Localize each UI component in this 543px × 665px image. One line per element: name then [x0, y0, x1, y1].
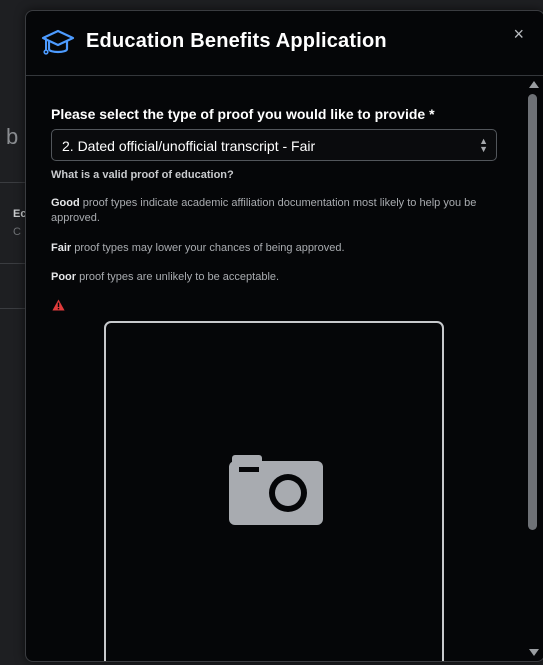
select-arrows-icon: ▲ ▼	[479, 136, 488, 154]
fair-text: proof types may lower your chances of be…	[71, 242, 345, 254]
fair-proof-description: Fair proof types may lower your chances …	[51, 241, 491, 256]
scroll-down-arrow-icon[interactable]	[529, 649, 539, 656]
proof-type-selected-value: 2. Dated official/unofficial transcript …	[62, 138, 316, 154]
poor-text: proof types are unlikely to be acceptabl…	[76, 271, 280, 283]
poor-term: Poor	[51, 271, 77, 283]
proof-help-question: What is a valid proof of education?	[51, 169, 234, 181]
camera-icon	[229, 455, 323, 525]
background-item-sub-fragment: C	[13, 226, 21, 238]
modal-title: Education Benefits Application	[86, 30, 387, 52]
good-proof-description: Good proof types indicate academic affil…	[51, 196, 491, 226]
good-term: Good	[51, 197, 80, 209]
warning-icon	[52, 299, 65, 311]
fair-term: Fair	[51, 242, 72, 254]
modal-scrollbar[interactable]	[526, 76, 541, 660]
proof-type-label: Please select the type of proof you woul…	[51, 106, 435, 122]
poor-proof-description: Poor proof types are unlikely to be acce…	[51, 270, 491, 285]
education-benefits-modal: Education Benefits Application × Please …	[25, 10, 543, 662]
photo-upload-area[interactable]	[104, 321, 444, 661]
scroll-up-arrow-icon[interactable]	[529, 81, 539, 88]
graduation-cap-icon	[41, 29, 75, 55]
close-button[interactable]: ×	[513, 25, 524, 43]
proof-type-select[interactable]: 2. Dated official/unofficial transcript …	[51, 129, 497, 161]
background-heading-fragment: b	[6, 124, 19, 149]
modal-header: Education Benefits Application ×	[26, 11, 543, 76]
good-text: proof types indicate academic affiliatio…	[51, 197, 477, 224]
modal-body: Please select the type of proof you woul…	[26, 76, 526, 661]
scroll-thumb[interactable]	[528, 94, 537, 530]
